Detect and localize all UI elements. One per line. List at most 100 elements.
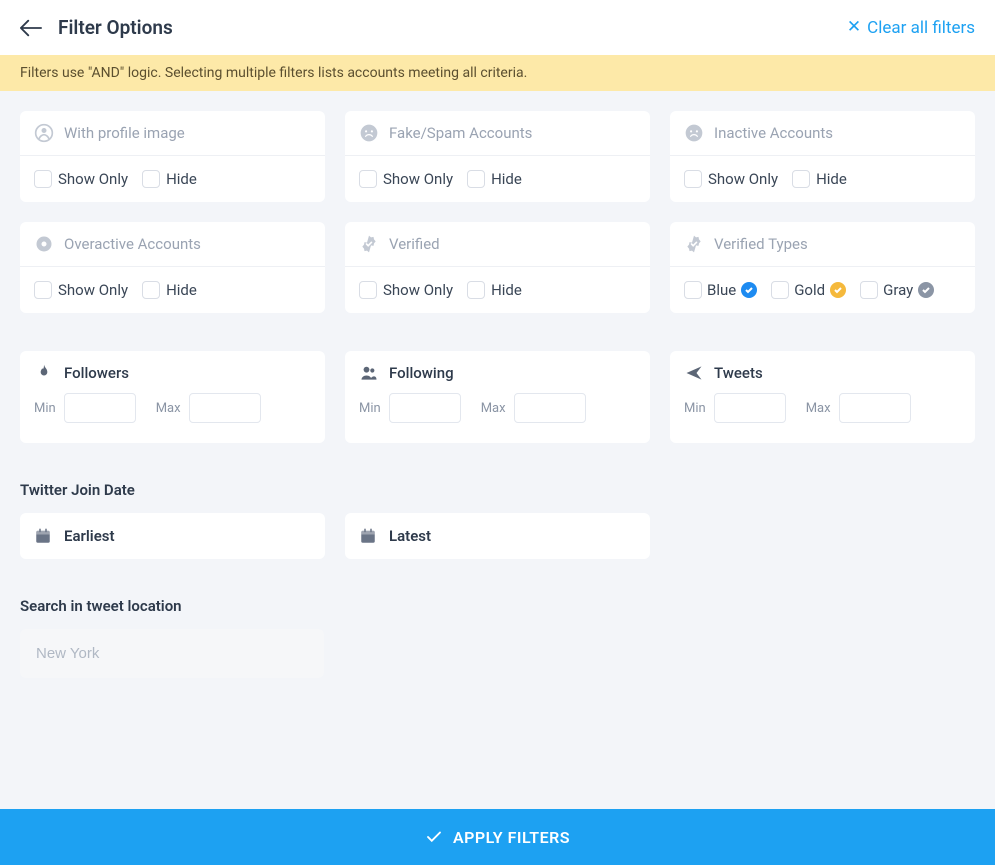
hide-label: Hide	[166, 170, 197, 188]
max-group: Max	[806, 393, 911, 423]
card-fake-spam: Fake/Spam Accounts Show Only Hide	[345, 111, 650, 202]
calendar-icon	[34, 527, 52, 545]
max-label: Max	[806, 401, 831, 416]
following-max-input[interactable]	[514, 393, 586, 423]
card-tweets: Tweets Min Max	[670, 351, 975, 443]
show-only-option[interactable]: Show Only	[34, 281, 128, 299]
stats-body: Min Max	[345, 389, 650, 443]
hide-option[interactable]: Hide	[142, 281, 197, 299]
card-following: Following Min Max	[345, 351, 650, 443]
max-group: Max	[156, 393, 261, 423]
card-header: Verified Types	[670, 222, 975, 267]
checkbox[interactable]	[359, 170, 377, 188]
show-only-label: Show Only	[58, 170, 128, 188]
show-only-label: Show Only	[708, 170, 778, 188]
checkbox[interactable]	[142, 281, 160, 299]
max-group: Max	[481, 393, 586, 423]
show-only-label: Show Only	[58, 281, 128, 299]
latest-date-button[interactable]: Latest	[345, 513, 650, 559]
hide-option[interactable]: Hide	[792, 170, 847, 188]
join-date-row: Earliest Latest	[20, 513, 975, 559]
apply-label: APPLY FILTERS	[453, 828, 570, 847]
checkbox[interactable]	[467, 281, 485, 299]
followers-max-input[interactable]	[189, 393, 261, 423]
card-title: Tweets	[714, 364, 763, 382]
clear-all-filters-button[interactable]: ✕ Clear all filters	[847, 18, 975, 38]
people-icon	[359, 363, 379, 383]
latest-label: Latest	[389, 527, 431, 545]
profile-icon	[34, 123, 54, 143]
hide-option[interactable]: Hide	[467, 170, 522, 188]
hide-option[interactable]: Hide	[142, 170, 197, 188]
card-verified-types: Verified Types Blue Gold Gray	[670, 222, 975, 313]
min-group: Min	[684, 393, 786, 423]
checkbox[interactable]	[771, 281, 789, 299]
card-inactive: Inactive Accounts Show Only Hide	[670, 111, 975, 202]
card-body: Show Only Hide	[345, 267, 650, 313]
card-overactive: Overactive Accounts Show Only Hide	[20, 222, 325, 313]
following-min-input[interactable]	[389, 393, 461, 423]
hide-label: Hide	[816, 170, 847, 188]
show-only-option[interactable]: Show Only	[359, 281, 453, 299]
card-body: Show Only Hide	[20, 156, 325, 202]
show-only-option[interactable]: Show Only	[684, 170, 778, 188]
verified-blue-option[interactable]: Blue	[684, 281, 757, 299]
gray-label: Gray	[883, 281, 913, 299]
checkbox[interactable]	[359, 281, 377, 299]
checkbox[interactable]	[684, 281, 702, 299]
card-title: Verified Types	[714, 235, 808, 253]
gold-badge-icon	[830, 282, 846, 298]
clear-all-label: Clear all filters	[867, 18, 975, 38]
card-title: Inactive Accounts	[714, 124, 833, 142]
gold-label: Gold	[794, 281, 825, 299]
card-title: Fake/Spam Accounts	[389, 124, 532, 142]
show-only-label: Show Only	[383, 170, 453, 188]
checkbox[interactable]	[467, 170, 485, 188]
earliest-date-button[interactable]: Earliest	[20, 513, 325, 559]
min-label: Min	[34, 401, 56, 416]
checkbox[interactable]	[34, 281, 52, 299]
earliest-label: Earliest	[64, 527, 115, 545]
stats-body: Min Max	[20, 389, 325, 443]
checkbox[interactable]	[142, 170, 160, 188]
blue-badge-icon	[741, 282, 757, 298]
header: Filter Options ✕ Clear all filters	[0, 0, 995, 55]
checkbox[interactable]	[792, 170, 810, 188]
tweets-min-input[interactable]	[714, 393, 786, 423]
followers-min-input[interactable]	[64, 393, 136, 423]
show-only-option[interactable]: Show Only	[34, 170, 128, 188]
card-body: Blue Gold Gray	[670, 267, 975, 313]
min-label: Min	[359, 401, 381, 416]
hide-label: Hide	[491, 281, 522, 299]
info-banner: Filters use "AND" logic. Selecting multi…	[0, 55, 995, 91]
verified-gray-option[interactable]: Gray	[860, 281, 934, 299]
gray-badge-icon	[918, 282, 934, 298]
verified-badge-icon	[359, 234, 379, 254]
card-body: Show Only Hide	[670, 156, 975, 202]
hide-label: Hide	[491, 170, 522, 188]
blue-label: Blue	[707, 281, 736, 299]
show-only-option[interactable]: Show Only	[359, 170, 453, 188]
show-only-label: Show Only	[383, 281, 453, 299]
apply-filters-button[interactable]: APPLY FILTERS	[0, 809, 995, 865]
checkbox[interactable]	[34, 170, 52, 188]
card-title: Followers	[64, 364, 129, 382]
sad-face-icon	[359, 123, 379, 143]
checkbox[interactable]	[860, 281, 878, 299]
card-title: Verified	[389, 235, 440, 253]
checkbox[interactable]	[684, 170, 702, 188]
verified-gold-option[interactable]: Gold	[771, 281, 846, 299]
join-date-section-title: Twitter Join Date	[20, 481, 975, 499]
card-title: Overactive Accounts	[64, 235, 201, 253]
stats-body: Min Max	[670, 389, 975, 443]
card-followers: Followers Min Max	[20, 351, 325, 443]
hide-option[interactable]: Hide	[467, 281, 522, 299]
back-arrow-icon[interactable]	[20, 19, 42, 37]
card-profile-image: With profile image Show Only Hide	[20, 111, 325, 202]
header-left: Filter Options	[20, 16, 173, 39]
card-body: Show Only Hide	[20, 267, 325, 313]
tweets-max-input[interactable]	[839, 393, 911, 423]
page-title: Filter Options	[58, 16, 173, 39]
card-title: Following	[389, 364, 454, 382]
location-search-input[interactable]	[20, 629, 324, 678]
